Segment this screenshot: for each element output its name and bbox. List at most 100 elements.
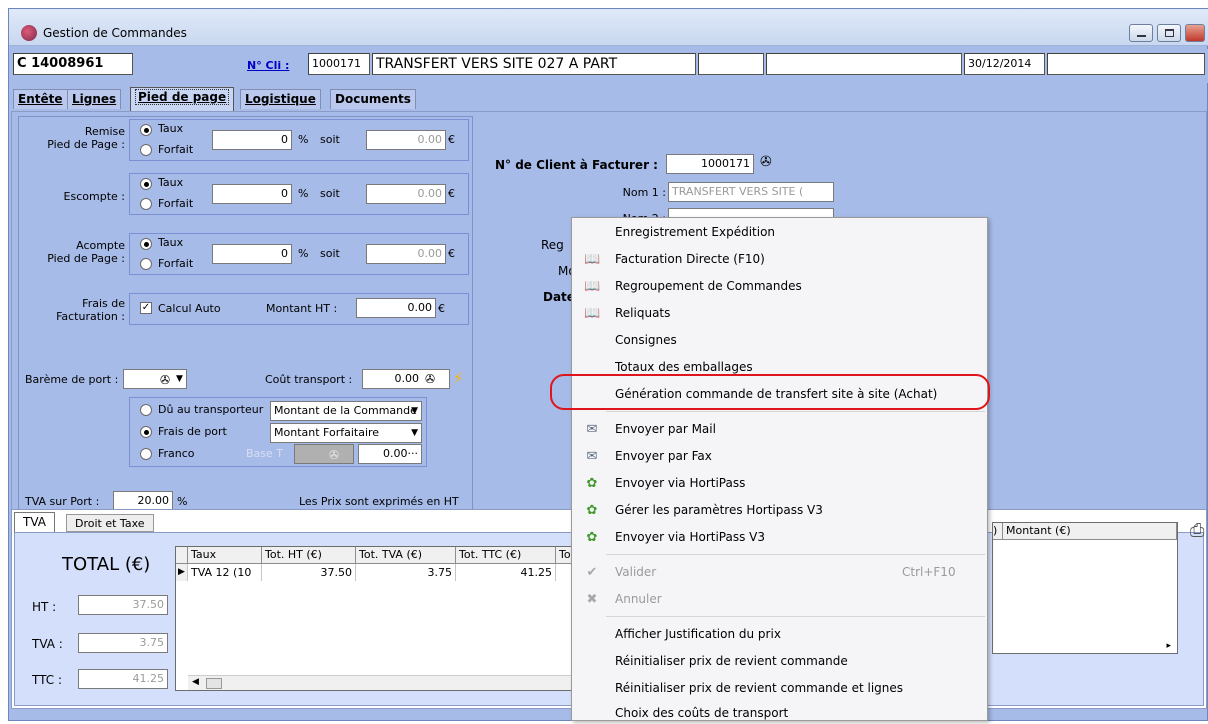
base-t-input[interactable]: ✇ — [294, 444, 354, 464]
bareme-label: Barème de port : — [25, 373, 119, 386]
date-field[interactable]: 30/12/2014 — [964, 53, 1045, 75]
scrollbar-thumb[interactable] — [206, 678, 222, 689]
montant-ht-input[interactable]: 0.00 — [356, 298, 436, 318]
reg-label: Reg — [541, 238, 564, 252]
tab-pied-de-page[interactable]: Pied de page — [130, 87, 235, 111]
menu-item-reinit-prix-commande-lignes[interactable]: Réinitialiser prix de revient commande e… — [572, 675, 987, 702]
maximize-button[interactable] — [1157, 24, 1181, 42]
bareme-select[interactable]: ✇ ▼ — [123, 369, 187, 389]
col-header-taux[interactable]: Taux — [188, 547, 262, 564]
franco-radio[interactable] — [140, 448, 152, 460]
acompte-taux-label: Taux — [158, 236, 184, 249]
header-field-2[interactable] — [698, 53, 764, 75]
lookup-icon: ✇ — [424, 372, 435, 386]
acompte-forfait-label: Forfait — [158, 257, 194, 270]
menu-item-reinit-prix-commande[interactable]: Réinitialiser prix de revient commande — [572, 648, 987, 675]
minimize-button[interactable] — [1129, 24, 1153, 42]
tab-lignes[interactable]: Lignes — [67, 89, 122, 109]
tab-documents[interactable]: Documents — [330, 89, 416, 109]
cell-tot-ttc[interactable]: 41.25 — [456, 564, 556, 581]
tva-port-input[interactable]: 20.00 — [113, 491, 173, 511]
acompte-group: Taux Forfait 0 % soit 0.00 € — [129, 233, 469, 275]
col-header-tot-ttc[interactable]: Tot. TTC (€) — [456, 547, 556, 564]
right-grid[interactable]: ) Montant (€) ▸ — [992, 522, 1178, 654]
acompte-taux-radio[interactable] — [140, 238, 152, 250]
right-col-header-montant[interactable]: Montant (€) — [1003, 523, 1177, 540]
total-tva-value: 3.75 — [78, 633, 168, 653]
du-transporteur-radio[interactable] — [140, 404, 152, 416]
nom1-input[interactable]: TRANSFERT VERS SITE ( — [668, 182, 834, 202]
menu-item-choix-couts-transport[interactable]: Choix des coûts de transport — [572, 702, 987, 722]
header-field-3[interactable] — [766, 53, 962, 75]
lookup-icon: ✇ — [160, 373, 171, 387]
vat-grid[interactable]: Taux Tot. HT (€) Tot. TVA (€) Tot. TTC (… — [175, 546, 596, 691]
menu-item-envoyer-hortipass[interactable]: ✿ Envoyer via HortiPass — [572, 470, 987, 497]
remise-forfait-label: Forfait — [158, 143, 194, 156]
menu-item-parametres-hortipass[interactable]: ✿ Gérer les paramètres Hortipass V3 — [572, 497, 987, 524]
du-transporteur-select[interactable]: Montant de la Commande ▼ — [270, 401, 422, 421]
tab-tva[interactable]: TVA — [14, 512, 55, 532]
menu-item-enregistrement-expedition[interactable]: Enregistrement Expédition — [572, 219, 987, 246]
cout-transport-input[interactable]: 0.00 ✇ — [362, 369, 450, 389]
header-field-4[interactable] — [1047, 53, 1205, 75]
client-facturer-input[interactable]: 1000171 — [666, 154, 754, 174]
acompte-forfait-radio[interactable] — [140, 258, 152, 270]
frais-de-port-radio[interactable] — [140, 426, 152, 438]
calcul-auto-checkbox[interactable]: ✓ — [140, 302, 152, 314]
menu-item-facturation-directe[interactable]: 📖 Facturation Directe (F10) — [572, 246, 987, 273]
frais-facturation-label: Frais de Facturation : — [56, 297, 125, 323]
du-transporteur-label: Dû au transporteur — [158, 403, 264, 416]
acompte-amount-input[interactable]: 0.00 — [366, 244, 446, 264]
tva-port-label: TVA sur Port : — [25, 495, 100, 508]
escompte-taux-radio[interactable] — [140, 178, 152, 190]
lookup-icon[interactable]: ✇ — [760, 154, 772, 170]
menu-item-envoyer-hortipass-v3[interactable]: ✿ Envoyer via HortiPass V3 — [572, 524, 987, 551]
client-name-field[interactable]: TRANSFERT VERS SITE 027 A PART — [372, 53, 696, 75]
menu-item-justification-prix[interactable]: Afficher Justification du prix — [572, 621, 987, 648]
total-ttc-label: TTC : — [32, 673, 62, 687]
menu-item-envoyer-fax[interactable]: ✉ Envoyer par Fax — [572, 443, 987, 470]
tab-entete[interactable]: Entête — [13, 89, 68, 109]
acompte-percent-input[interactable]: 0 — [212, 244, 292, 264]
escompte-amount-input[interactable]: 0.00 — [366, 184, 446, 204]
close-button[interactable] — [1185, 24, 1205, 42]
remise-forfait-radio[interactable] — [140, 144, 152, 156]
remise-amount-input[interactable]: 0.00 — [366, 130, 446, 150]
menu-item-annuler[interactable]: ✖ Annuler — [572, 586, 987, 613]
client-link[interactable]: N° Cli : — [247, 59, 289, 72]
menu-separator — [606, 411, 985, 412]
grid-corner — [176, 547, 188, 564]
cell-tot-ht[interactable]: 37.50 — [262, 564, 356, 581]
scroll-right-icon[interactable]: ▸ — [1166, 641, 1171, 651]
menu-item-reliquats[interactable]: 📖 Reliquats — [572, 300, 987, 327]
cell-taux[interactable]: TVA 12 (10 — [188, 564, 262, 581]
tab-droit-taxe[interactable]: Droit et Taxe — [66, 514, 154, 532]
app-icon — [21, 25, 37, 41]
left-form-panel: Remise Pied de Page : Taux Forfait 0 % s… — [18, 116, 473, 514]
remise-taux-radio[interactable] — [140, 124, 152, 136]
remise-percent-input[interactable]: 0 — [212, 130, 292, 150]
cell-tot-tva[interactable]: 3.75 — [356, 564, 456, 581]
franco-value-input[interactable]: 0.00··· — [358, 444, 422, 464]
menu-item-valider[interactable]: ✔ Valider Ctrl+F10 — [572, 559, 987, 586]
menu-item-consignes[interactable]: Consignes — [572, 327, 987, 354]
horizontal-scrollbar[interactable]: ◀ — [188, 675, 594, 690]
escompte-percent-input[interactable]: 0 — [212, 184, 292, 204]
nom1-label: Nom 1 : — [622, 186, 666, 199]
col-header-tot-ht[interactable]: Tot. HT (€) — [262, 547, 356, 564]
escompte-percent-sign: % — [298, 187, 309, 200]
menu-item-envoyer-mail[interactable]: ✉ Envoyer par Mail — [572, 416, 987, 443]
order-number-field[interactable]: C 14008961 — [13, 53, 133, 75]
menu-item-regroupement-commandes[interactable]: 📖 Regroupement de Commandes — [572, 273, 987, 300]
tab-logistique[interactable]: Logistique — [240, 89, 321, 109]
escompte-forfait-radio[interactable] — [140, 198, 152, 210]
montant-ht-label: Montant HT : — [266, 302, 338, 315]
frais-de-port-select[interactable]: Montant Forfaitaire ▼ — [270, 423, 422, 443]
chevron-down-icon: ▼ — [176, 374, 183, 384]
acompte-percent-sign: % — [298, 247, 309, 260]
right-col-partial[interactable]: ) — [993, 523, 1003, 540]
col-header-tot-tva[interactable]: Tot. TVA (€) — [356, 547, 456, 564]
lightning-icon[interactable]: ⚡ — [453, 369, 464, 387]
client-code-field[interactable]: 1000171 — [308, 53, 370, 75]
print-icon[interactable]: ⎙ — [1190, 520, 1204, 541]
